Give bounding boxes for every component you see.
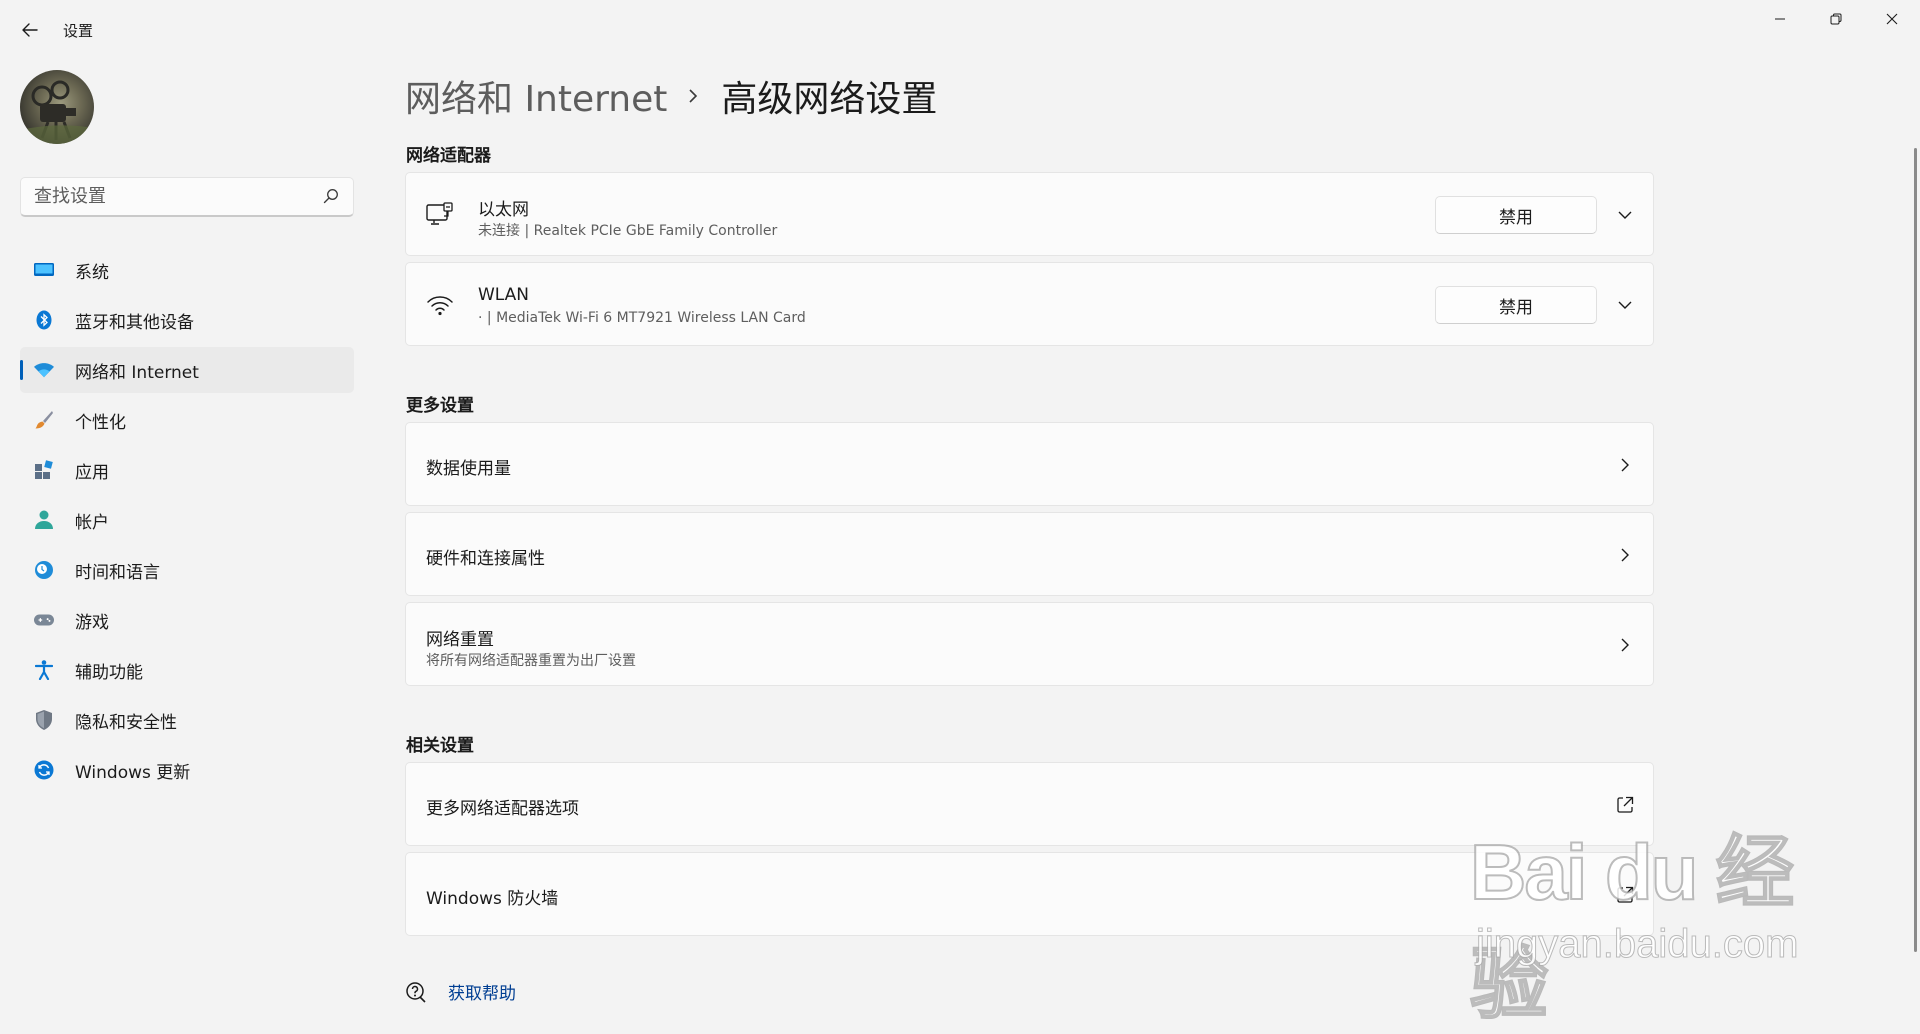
sidebar-item-label: Windows 更新	[75, 762, 191, 783]
restore-button[interactable]	[1808, 0, 1864, 38]
help-chat-icon	[405, 981, 427, 1003]
setting-title: 更多网络适配器选项	[426, 799, 579, 819]
setting-title: 硬件和连接属性	[426, 549, 545, 569]
network-icon	[34, 360, 54, 380]
adapter-card-ethernet: 以太网 未连接 | Realtek PCIe GbE Family Contro…	[405, 172, 1654, 256]
sidebar-item-personalization[interactable]: 个性化	[20, 397, 354, 443]
account-icon	[34, 510, 54, 530]
chevron-down-icon[interactable]	[1613, 293, 1637, 317]
sidebar-item-label: 辅助功能	[75, 662, 143, 683]
setting-subtitle: 将所有网络适配器重置为出厂设置	[426, 653, 636, 669]
sidebar-item-accounts[interactable]: 帐户	[20, 497, 354, 543]
chevron-right-icon	[1615, 633, 1635, 657]
chevron-right-icon	[1615, 543, 1635, 567]
sidebar-item-privacy[interactable]: 隐私和安全性	[20, 697, 354, 743]
chevron-right-icon	[687, 88, 699, 104]
sidebar-item-label: 帐户	[75, 512, 109, 533]
sidebar-item-windows-update[interactable]: Windows 更新	[20, 747, 354, 793]
sidebar-item-apps[interactable]: 应用	[20, 447, 354, 493]
data-usage-item[interactable]: 数据使用量	[405, 422, 1654, 506]
chevron-right-icon	[1615, 453, 1635, 477]
sidebar-item-label: 网络和 Internet	[75, 362, 199, 383]
back-button[interactable]	[14, 14, 46, 46]
sidebar-item-bluetooth[interactable]: 蓝牙和其他设备	[20, 297, 354, 343]
ethernet-icon	[426, 201, 454, 229]
minimize-icon	[1775, 18, 1785, 20]
get-help-link[interactable]: 获取帮助	[405, 979, 516, 1004]
network-reset-item[interactable]: 网络重置 将所有网络适配器重置为出厂设置	[405, 602, 1654, 686]
sidebar-item-label: 蓝牙和其他设备	[75, 312, 194, 333]
section-title-adapters: 网络适配器	[406, 146, 491, 166]
breadcrumb-parent[interactable]: 网络和 Internet	[405, 70, 667, 122]
page-title: 高级网络设置	[721, 79, 938, 120]
disable-ethernet-button[interactable]: 禁用	[1435, 196, 1597, 234]
avatar-picture	[20, 80, 94, 144]
windows-firewall-item[interactable]: Windows 防火墙	[405, 852, 1654, 936]
adapter-status: 未连接 | Realtek PCIe GbE Family Controller	[478, 223, 778, 239]
adapter-name: WLAN	[478, 285, 530, 305]
sidebar-item-label: 游戏	[75, 612, 109, 633]
gamepad-icon	[34, 610, 54, 630]
adapter-status: · | MediaTek Wi-Fi 6 MT7921 Wireless LAN…	[478, 310, 806, 326]
section-title-more-settings: 更多设置	[406, 396, 474, 416]
search-input[interactable]	[21, 178, 314, 214]
disable-wlan-button[interactable]: 禁用	[1435, 286, 1597, 324]
sidebar-item-network[interactable]: 网络和 Internet	[20, 347, 354, 393]
sidebar-nav: 系统 蓝牙和其他设备 网络和 Internet 个性化 应用 帐户 时间和语言 …	[20, 247, 354, 797]
chevron-down-icon[interactable]	[1613, 203, 1637, 227]
minimize-button[interactable]	[1752, 0, 1808, 38]
bluetooth-icon	[34, 310, 54, 330]
adapter-card-wlan: WLAN · | MediaTek Wi-Fi 6 MT7921 Wireles…	[405, 262, 1654, 346]
shield-icon	[34, 710, 54, 730]
sidebar-item-label: 系统	[75, 262, 109, 283]
sidebar-item-system[interactable]: 系统	[20, 247, 354, 293]
close-button[interactable]	[1864, 0, 1920, 38]
restore-icon	[1830, 13, 1842, 25]
user-avatar[interactable]	[20, 70, 94, 144]
get-help-label: 获取帮助	[448, 984, 516, 1004]
brush-icon	[34, 410, 54, 430]
sidebar-item-gaming[interactable]: 游戏	[20, 597, 354, 643]
apps-icon	[34, 460, 54, 480]
open-external-icon	[1615, 795, 1635, 815]
sidebar-item-time-language[interactable]: 时间和语言	[20, 547, 354, 593]
system-icon	[34, 260, 54, 280]
search-icon[interactable]	[323, 188, 339, 204]
more-adapter-options-item[interactable]: 更多网络适配器选项	[405, 762, 1654, 846]
update-icon	[34, 760, 54, 780]
clock-globe-icon	[34, 560, 54, 580]
app-title: 设置	[63, 22, 94, 40]
scrollbar[interactable]	[1914, 148, 1917, 952]
breadcrumb: 网络和 Internet 高级网络设置	[405, 70, 937, 122]
open-external-icon	[1615, 885, 1635, 905]
adapter-name: 以太网	[478, 200, 529, 220]
setting-title: Windows 防火墙	[426, 889, 559, 909]
accessibility-icon	[34, 660, 54, 680]
search-box[interactable]	[20, 177, 354, 217]
sidebar-item-label: 个性化	[75, 412, 126, 433]
sidebar-item-label: 隐私和安全性	[75, 712, 177, 733]
setting-title: 数据使用量	[426, 459, 511, 479]
back-arrow-icon	[22, 23, 38, 37]
title-bar: 设置	[0, 0, 1920, 60]
sidebar-item-label: 应用	[75, 462, 109, 483]
hardware-properties-item[interactable]: 硬件和连接属性	[405, 512, 1654, 596]
section-title-related-settings: 相关设置	[406, 736, 474, 756]
sidebar-item-label: 时间和语言	[75, 562, 160, 583]
sidebar-item-accessibility[interactable]: 辅助功能	[20, 647, 354, 693]
wifi-icon	[426, 291, 454, 319]
close-icon	[1886, 13, 1898, 25]
setting-title: 网络重置	[426, 630, 494, 650]
